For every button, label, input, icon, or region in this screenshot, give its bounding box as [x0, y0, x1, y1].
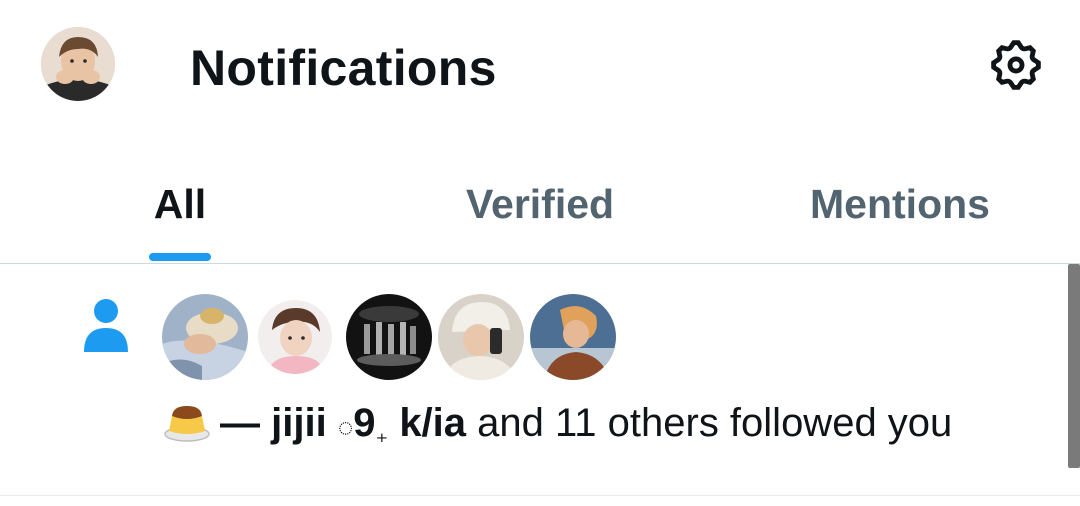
tab-mentions-label: Mentions — [810, 181, 990, 227]
tab-verified[interactable]: Verified — [360, 140, 720, 263]
follower-avatar[interactable] — [346, 294, 432, 380]
follow-notification[interactable]: — jijii ◌9₊ k/ia and 11 others followed … — [0, 264, 1080, 496]
name-decoration-sub: ₊ — [375, 421, 389, 448]
follower-avatar[interactable] — [162, 294, 248, 380]
tab-all[interactable]: All — [0, 140, 360, 263]
header: Notifications — [0, 0, 1080, 140]
flan-emoji-icon — [164, 400, 210, 456]
notification-text: — jijii ◌9₊ k/ia and 11 others followed … — [164, 396, 952, 462]
follower-avatar[interactable] — [530, 294, 616, 380]
follower-avatar[interactable] — [438, 294, 524, 380]
person-icon — [82, 298, 130, 352]
follower-avatar[interactable] — [258, 300, 332, 374]
notification-message: and 11 others followed you — [477, 401, 953, 445]
profile-avatar[interactable] — [41, 27, 115, 101]
tab-all-label: All — [153, 181, 207, 227]
tab-mentions[interactable]: Mentions — [720, 140, 1080, 263]
page-title: Notifications — [190, 40, 497, 96]
follower-name[interactable]: — jijii — [220, 401, 327, 445]
name-decoration-number: 9 — [353, 401, 376, 445]
tab-verified-label: Verified — [465, 181, 615, 227]
notification-tabs: All Verified Mentions — [0, 140, 1080, 264]
gear-icon — [991, 40, 1041, 90]
name-decoration: ◌ — [337, 412, 354, 442]
scrollbar[interactable] — [1068, 264, 1080, 468]
active-tab-indicator — [149, 253, 211, 261]
settings-button[interactable] — [984, 33, 1048, 97]
follower-name[interactable]: k/ia — [399, 401, 466, 445]
